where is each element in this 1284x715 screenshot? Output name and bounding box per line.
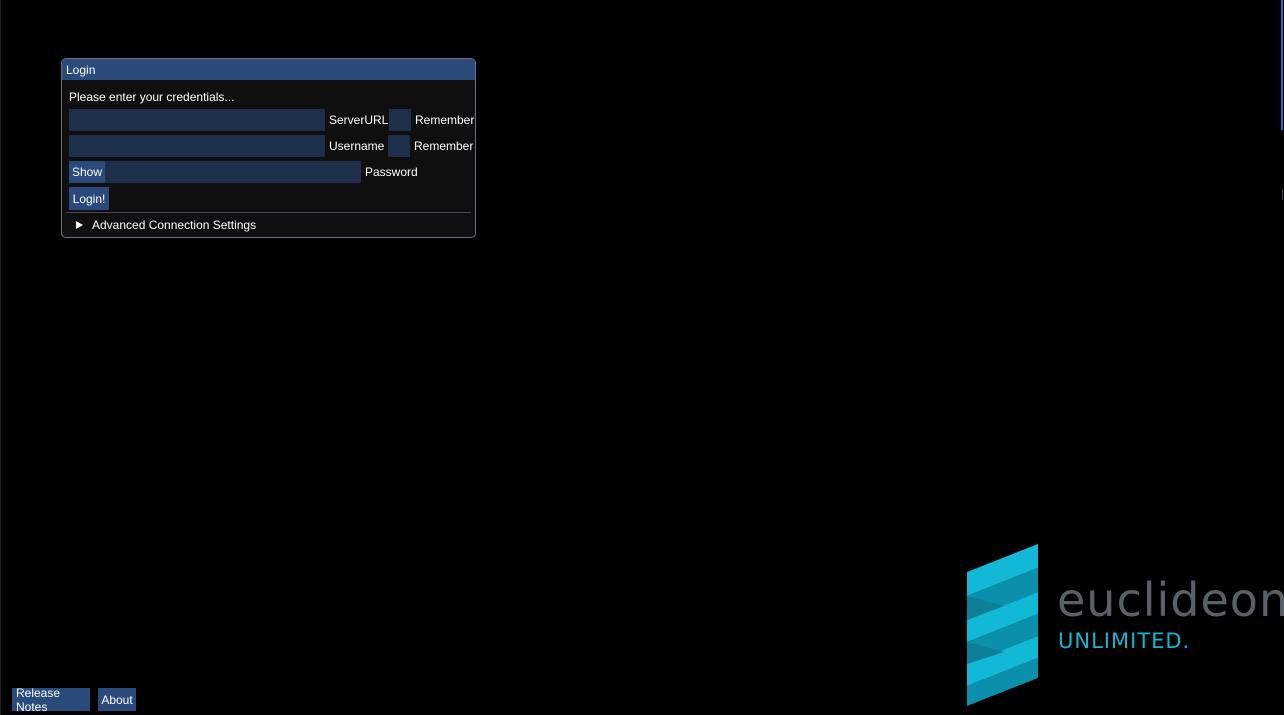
username-input[interactable] — [69, 135, 325, 157]
remember-server-checkbox[interactable] — [389, 109, 411, 131]
euclideon-ribbon-logo-icon — [967, 544, 1038, 706]
right-scroll-indicator — [1281, 0, 1283, 130]
login-button[interactable]: Login! — [69, 187, 109, 210]
login-title: Login — [66, 62, 96, 77]
remember-username-checkbox[interactable] — [388, 135, 410, 157]
server-url-label: ServerURL — [329, 113, 389, 127]
advanced-settings-toggle[interactable]: Advanced Connection Settings — [76, 218, 256, 232]
about-button[interactable]: About — [98, 688, 136, 711]
expand-arrow-icon — [76, 221, 83, 229]
logo-wordmark: euclideon — [1057, 573, 1284, 627]
login-separator — [66, 212, 471, 213]
remember-username-label: Remember — [414, 139, 474, 153]
show-password-button[interactable]: Show — [69, 161, 105, 183]
euclideon-logo: euclideon UNLIMITED. — [960, 540, 1284, 710]
logo-tagline: UNLIMITED. — [1058, 629, 1191, 653]
app-viewport: Login Please enter your credentials... S… — [0, 0, 1284, 715]
credentials-prompt: Please enter your credentials... — [69, 90, 235, 104]
password-label: Password — [365, 165, 418, 179]
login-window: Login Please enter your credentials... S… — [61, 58, 476, 238]
right-edge-mark — [1282, 190, 1283, 200]
release-notes-button[interactable]: Release Notes — [12, 686, 90, 714]
advanced-settings-label: Advanced Connection Settings — [92, 218, 257, 232]
login-titlebar[interactable]: Login — [62, 59, 475, 80]
login-body: Please enter your credentials... ServerU… — [62, 80, 475, 237]
left-edge-divider — [0, 0, 1, 715]
remember-server-label: Remember — [415, 113, 475, 127]
password-input[interactable] — [105, 161, 361, 183]
username-label: Username — [329, 139, 385, 153]
server-url-input[interactable] — [69, 109, 325, 131]
